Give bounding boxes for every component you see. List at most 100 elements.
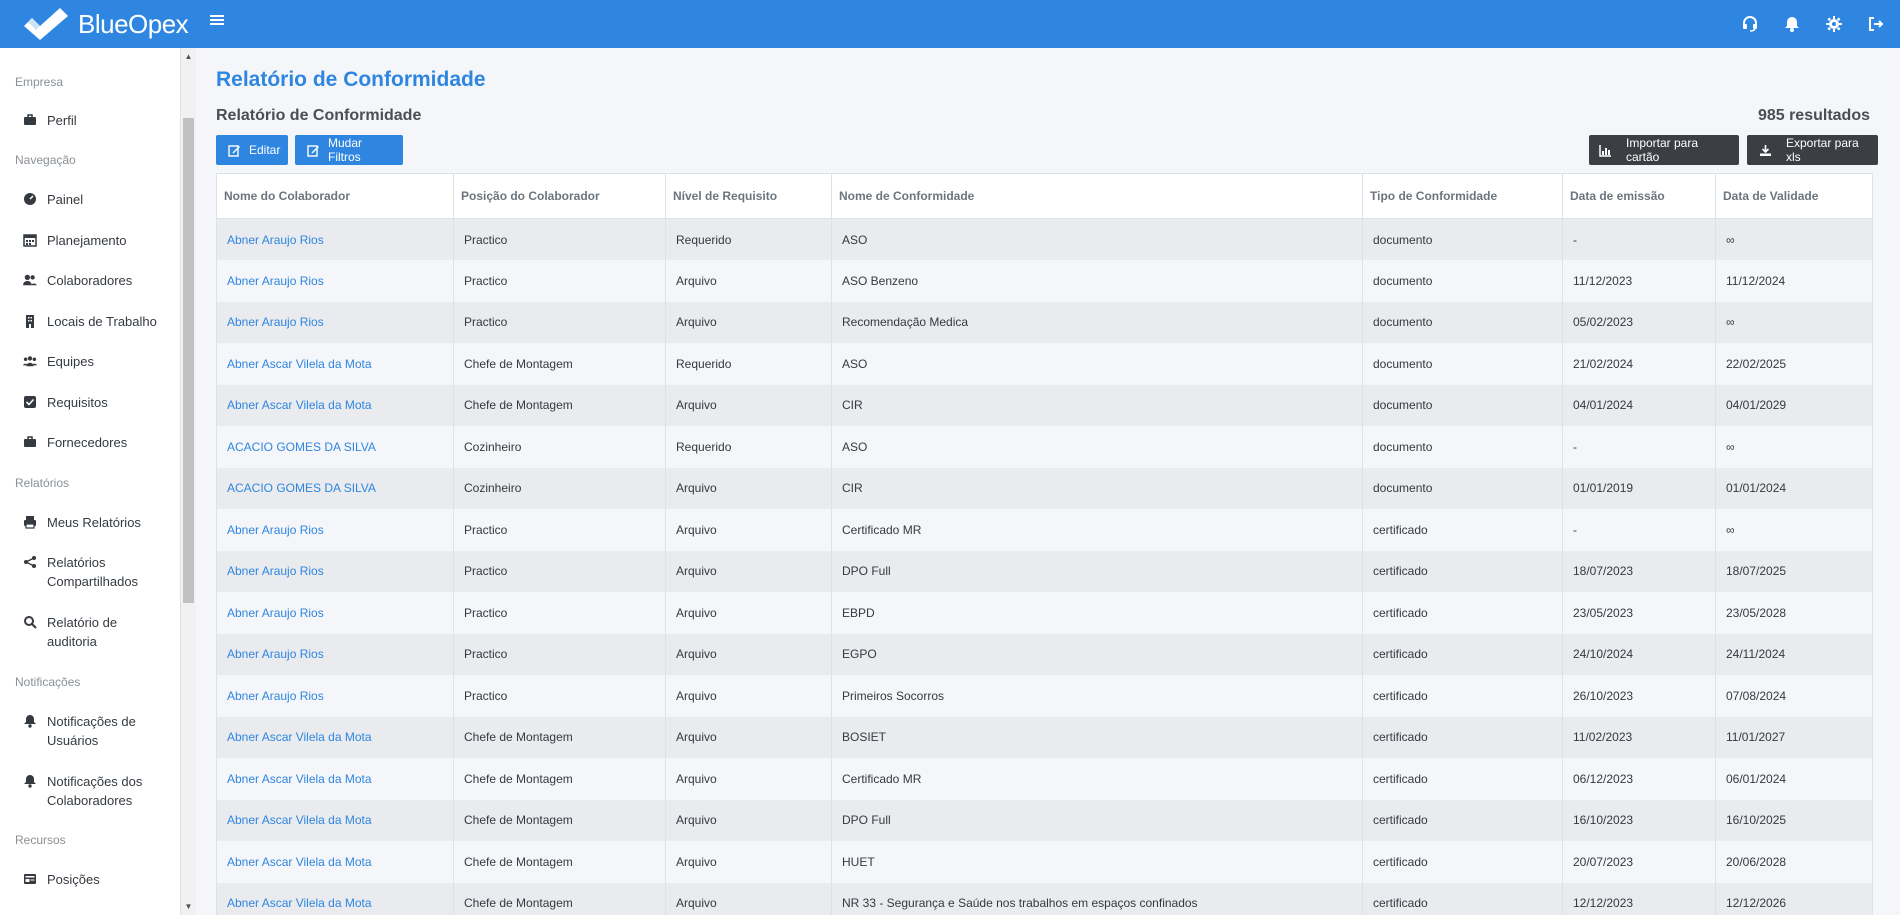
expiry-date: 11/12/2024 [1715, 260, 1873, 302]
sidebar-scrollbar[interactable]: ▲ ▼ [181, 48, 196, 915]
compliance-type: certificado [1362, 882, 1563, 915]
column-header-tipo-conformidade[interactable]: Tipo de Conformidade [1362, 173, 1563, 219]
users-icon [23, 273, 37, 287]
sidebar-item-notificacoes-de-usuarios[interactable]: Notificações de Usuários [23, 712, 163, 750]
edit-button[interactable]: Editar [216, 135, 288, 165]
issue-date: 06/12/2023 [1562, 758, 1716, 800]
employee-name-link[interactable]: ACACIO GOMES DA SILVA [216, 467, 454, 509]
compliance-type: documento [1362, 384, 1563, 426]
export-xls-button[interactable]: Exportar para xls [1747, 135, 1878, 165]
compliance-name: ASO [831, 426, 1363, 468]
compliance-name: EGPO [831, 633, 1363, 675]
import-card-button[interactable]: Importar para cartão [1589, 135, 1739, 165]
employee-name-link[interactable]: ACACIO GOMES DA SILVA [216, 426, 454, 468]
page-title: Relatório de Conformidade [216, 68, 486, 91]
requirement-level: Requerido [665, 343, 832, 385]
sidebar-item-meus-relatorios[interactable]: Meus Relatórios [23, 513, 141, 532]
sidebar-item-notificacoes-dos-colaboradores[interactable]: Notificações dos Colaboradores [23, 772, 163, 810]
employee-name-link[interactable]: Abner Araujo Rios [216, 633, 454, 675]
employee-name-link[interactable]: Abner Ascar Vilela da Mota [216, 799, 454, 841]
sidebar-item-planejamento[interactable]: Planejamento [23, 231, 127, 250]
employee-name-link[interactable]: Abner Ascar Vilela da Mota [216, 343, 454, 385]
scroll-down-arrow-icon[interactable]: ▼ [184, 902, 193, 911]
employee-name-link[interactable]: Abner Araujo Rios [216, 301, 454, 343]
sidebar-item-label: Locais de Trabalho [47, 314, 157, 329]
employee-name-link[interactable]: Abner Araujo Rios [216, 550, 454, 592]
sidebar: Empresa Perfil Navegação Painel Planejam… [0, 48, 181, 915]
compliance-name: ASO Benzeno [831, 260, 1363, 302]
column-header-nome-conformidade[interactable]: Nome de Conformidade [831, 173, 1363, 219]
scrollbar-thumb[interactable] [183, 118, 194, 603]
employee-position: Chefe de Montagem [453, 799, 666, 841]
table-header-row: Nome do Colaborador Posição do Colaborad… [216, 173, 1873, 219]
employee-name-link[interactable]: Abner Ascar Vilela da Mota [216, 716, 454, 758]
compliance-type: certificado [1362, 509, 1563, 551]
scroll-up-arrow-icon[interactable]: ▲ [184, 52, 193, 61]
compliance-type: certificado [1362, 592, 1563, 634]
employee-name-link[interactable]: Abner Ascar Vilela da Mota [216, 758, 454, 800]
employee-position: Practico [453, 260, 666, 302]
compliance-type: documento [1362, 467, 1563, 509]
employee-name-link[interactable]: Abner Araujo Rios [216, 260, 454, 302]
employee-position: Practico [453, 218, 666, 260]
issue-date: 12/12/2023 [1562, 882, 1716, 915]
card-title: Relatório de Conformidade [216, 107, 422, 124]
table-body: Abner Araujo Rios Practico Requerido ASO doc… [216, 218, 1873, 915]
expiry-date: ∞ [1715, 426, 1873, 468]
employee-position: Chefe de Montagem [453, 841, 666, 883]
gear-icon[interactable] [1824, 14, 1844, 34]
sidebar-item-colaboradores[interactable]: Colaboradores [23, 271, 132, 290]
logout-icon[interactable] [1866, 14, 1886, 34]
issue-date: 21/02/2024 [1562, 343, 1716, 385]
headset-icon[interactable] [1740, 14, 1760, 34]
compliance-name: ASO [831, 218, 1363, 260]
employee-name-link[interactable]: Abner Araujo Rios [216, 675, 454, 717]
sidebar-item-equipes[interactable]: Equipes [23, 352, 94, 371]
column-header-data-emissao[interactable]: Data de emissão [1562, 173, 1716, 219]
sidebar-section-empresa: Empresa [15, 75, 64, 89]
requirement-level: Requerido [665, 426, 832, 468]
sidebar-item-fornecedores[interactable]: Fornecedores [23, 433, 127, 452]
employee-position: Chefe de Montagem [453, 758, 666, 800]
employee-name-link[interactable]: Abner Araujo Rios [216, 592, 454, 634]
column-header-data-validade[interactable]: Data de Validade [1715, 173, 1873, 219]
sidebar-item-relatorios-compartilhados[interactable]: Relatórios Compartilhados [23, 553, 163, 591]
table-row: ACACIO GOMES DA SILVA Cozinheiro Requerido… [216, 426, 1873, 468]
employee-position: Practico [453, 301, 666, 343]
brand-logo[interactable]: BlueOpex [0, 0, 200, 48]
employee-name-link[interactable]: Abner Ascar Vilela da Mota [216, 882, 454, 915]
main-content: Relatório de Conformidade Relatório de C… [196, 48, 1900, 915]
issue-date: 05/02/2023 [1562, 301, 1716, 343]
hamburger-menu-icon[interactable] [208, 12, 230, 34]
column-header-nome-colaborador[interactable]: Nome do Colaborador [216, 173, 454, 219]
column-header-posicao-colaborador[interactable]: Posição do Colaborador [453, 173, 666, 219]
sidebar-item-relatorio-de-auditoria[interactable]: Relatório de auditoria [23, 613, 163, 651]
employee-position: Chefe de Montagem [453, 716, 666, 758]
employee-name-link[interactable]: Abner Ascar Vilela da Mota [216, 841, 454, 883]
id-card-icon [23, 872, 37, 886]
sidebar-item-perfil[interactable]: Perfil [23, 111, 77, 130]
briefcase-icon [23, 113, 37, 127]
change-filters-button[interactable]: Mudar Filtros [295, 135, 403, 165]
issue-date: 26/10/2023 [1562, 675, 1716, 717]
table-row: Abner Araujo Rios Practico Arquivo EGPO cert… [216, 633, 1873, 675]
search-doc-icon [23, 615, 37, 629]
employee-position: Practico [453, 592, 666, 634]
issue-date: - [1562, 426, 1716, 468]
employee-name-link[interactable]: Abner Araujo Rios [216, 218, 454, 260]
bell-icon[interactable] [1782, 14, 1802, 34]
employee-name-link[interactable]: Abner Ascar Vilela da Mota [216, 384, 454, 426]
sidebar-item-painel[interactable]: Painel [23, 190, 83, 209]
employee-name-link[interactable]: Abner Araujo Rios [216, 509, 454, 551]
compliance-type: certificado [1362, 758, 1563, 800]
column-header-nivel-requisito[interactable]: Nível de Requisito [665, 173, 832, 219]
result-count: 985 resultados [1757, 107, 1870, 124]
sidebar-item-posicoes[interactable]: Posições [23, 870, 100, 889]
sidebar-item-locais-de-trabalho[interactable]: Locais de Trabalho [23, 312, 157, 331]
sidebar-item-label: Perfil [47, 113, 77, 128]
expiry-date: 01/01/2024 [1715, 467, 1873, 509]
compliance-type: documento [1362, 426, 1563, 468]
sidebar-item-requisitos[interactable]: Requisitos [23, 393, 108, 412]
employee-position: Cozinheiro [453, 426, 666, 468]
expiry-date: 20/06/2028 [1715, 841, 1873, 883]
